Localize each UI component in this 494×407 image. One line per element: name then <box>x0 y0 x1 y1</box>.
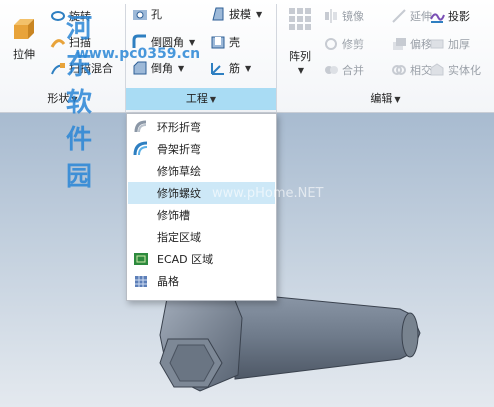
merge-button[interactable]: 合并 <box>323 60 364 80</box>
project-label: 投影 <box>448 10 470 23</box>
trim-label: 修剪 <box>342 38 364 51</box>
intersect-button[interactable]: 相交 <box>391 60 432 80</box>
chevron-down-icon: ▼ <box>209 95 217 104</box>
menu-item-toroidal-bend[interactable]: 环形折弯 <box>128 116 275 138</box>
trim-icon <box>325 38 337 50</box>
thicken-icon <box>430 39 444 49</box>
rib-label: 筋 <box>229 62 240 75</box>
toroidal-bend-icon <box>134 120 147 133</box>
sweep-button[interactable]: 扫描 <box>50 32 91 52</box>
swept-blend-icon <box>51 63 65 75</box>
menu-item-cosmetic-sketch[interactable]: 修饰草绘 <box>128 160 275 182</box>
swept-blend-button[interactable]: 扫描混合 <box>50 58 113 78</box>
engineering-dropdown-menu: 环形折弯 骨架折弯 修饰草绘 修饰螺纹 修饰槽 指定区域 ECAD 区域 晶格 <box>126 113 277 301</box>
intersect-icon <box>392 65 406 75</box>
mirror-label: 镜像 <box>342 10 364 23</box>
chevron-down-icon: ▼ <box>394 95 401 104</box>
edit-group-label[interactable]: 编辑 ▼ <box>277 88 494 110</box>
rib-icon <box>211 63 224 75</box>
solidify-button[interactable]: 实体化 <box>429 60 481 80</box>
spinal-bend-icon <box>133 141 148 156</box>
revolve-icon <box>51 11 65 21</box>
menu-item-designate-area[interactable]: 指定区域 <box>128 226 275 248</box>
stretch-label: 拉伸 <box>13 47 35 61</box>
hole-button[interactable]: 孔 <box>132 4 162 24</box>
pattern-icon <box>289 8 311 30</box>
swept-blend-label: 扫描混合 <box>69 62 113 75</box>
menu-item-cosmetic-groove[interactable]: 修饰槽 <box>128 204 275 226</box>
shape-group-label[interactable]: 形状 ▼ <box>0 88 125 110</box>
mirror-icon <box>325 9 337 23</box>
chevron-down-icon[interactable]: ▼ <box>178 64 184 73</box>
menu-item-label: 修饰草绘 <box>157 165 201 178</box>
extrude-icon <box>14 18 34 39</box>
draft-icon <box>212 7 224 21</box>
chamfer-button[interactable]: 倒角 ▼ <box>132 58 184 78</box>
round-icon <box>132 34 146 48</box>
chevron-down-icon[interactable]: ▼ <box>298 66 304 75</box>
ecad-area-icon <box>134 253 148 265</box>
hole-icon <box>133 10 147 20</box>
menu-item-ecad-area[interactable]: ECAD 区域 <box>128 248 275 270</box>
shell-button[interactable]: 壳 <box>210 32 240 52</box>
chamfer-label: 倒角 <box>151 62 173 75</box>
extend-button[interactable]: 延伸 <box>391 6 432 26</box>
menu-item-cosmetic-thread[interactable]: 修饰螺纹 <box>128 182 275 204</box>
menu-item-label: 晶格 <box>157 275 179 288</box>
lattice-icon <box>135 276 147 287</box>
solidify-icon <box>430 63 444 76</box>
shell-icon <box>211 36 225 49</box>
menu-item-label: 骨架折弯 <box>157 143 201 156</box>
menu-item-label: 指定区域 <box>157 231 201 244</box>
merge-label: 合并 <box>342 64 364 77</box>
project-icon <box>430 13 445 23</box>
engineering-group-label[interactable]: 工程 ▼ <box>126 88 276 110</box>
menu-item-label: 修饰槽 <box>157 209 190 222</box>
menu-item-label: ECAD 区域 <box>157 253 214 266</box>
thicken-label: 加厚 <box>448 38 470 51</box>
edit-group: 阵列 ▼ 镜像 修剪 合并 延伸 偏移 相交 投影 加厚 实体化 <box>277 0 494 90</box>
chevron-down-icon[interactable]: ▼ <box>245 64 251 73</box>
rib-button[interactable]: 筋 ▼ <box>210 58 251 78</box>
merge-icon <box>325 66 338 74</box>
mirror-button[interactable]: 镜像 <box>323 6 364 26</box>
chevron-down-icon[interactable]: ▼ <box>256 10 262 19</box>
sweep-icon <box>50 39 66 48</box>
chevron-down-icon: ▼ <box>71 95 78 104</box>
menu-item-label: 修饰螺纹 <box>157 187 201 200</box>
revolve-label: 旋转 <box>69 10 91 23</box>
round-button[interactable]: 倒圆角 ▼ <box>132 32 195 52</box>
engineering-group: 孔 倒圆角 ▼ 倒角 ▼ 拔模 ▼ 壳 筋 ▼ <box>126 0 276 90</box>
chamfer-icon <box>133 61 147 75</box>
revolve-button[interactable]: 旋转 <box>50 6 91 26</box>
solidify-label: 实体化 <box>448 64 481 77</box>
shell-label: 壳 <box>229 36 240 49</box>
draft-button[interactable]: 拔模 ▼ <box>210 4 262 24</box>
offset-button[interactable]: 偏移 <box>391 34 432 54</box>
pattern-label: 阵列 <box>289 50 311 63</box>
shape-group: 拉伸 旋转 扫描 扫描混合 <box>0 0 125 90</box>
menu-item-lattice[interactable]: 晶格 <box>128 270 275 292</box>
chevron-down-icon[interactable]: ▼ <box>189 38 195 47</box>
round-label: 倒圆角 <box>151 36 184 49</box>
menu-item-spinal-bend[interactable]: 骨架折弯 <box>128 138 275 160</box>
ribbon: 拉伸 旋转 扫描 扫描混合 形状 ▼ 孔 倒圆角 ▼ 倒角 ▼ 拔模 ▼ 壳 筋… <box>0 0 494 113</box>
offset-icon <box>393 38 406 50</box>
thicken-button[interactable]: 加厚 <box>429 34 470 54</box>
menu-item-label: 环形折弯 <box>157 121 201 134</box>
project-button[interactable]: 投影 <box>429 6 470 26</box>
stretch-button[interactable]: 拉伸 <box>4 8 44 68</box>
sweep-label: 扫描 <box>69 36 91 49</box>
hole-label: 孔 <box>151 8 162 21</box>
trim-button[interactable]: 修剪 <box>323 34 364 54</box>
pattern-button[interactable]: 阵列 ▼ <box>283 6 317 76</box>
extend-icon <box>392 9 406 23</box>
draft-label: 拔模 <box>229 8 251 21</box>
